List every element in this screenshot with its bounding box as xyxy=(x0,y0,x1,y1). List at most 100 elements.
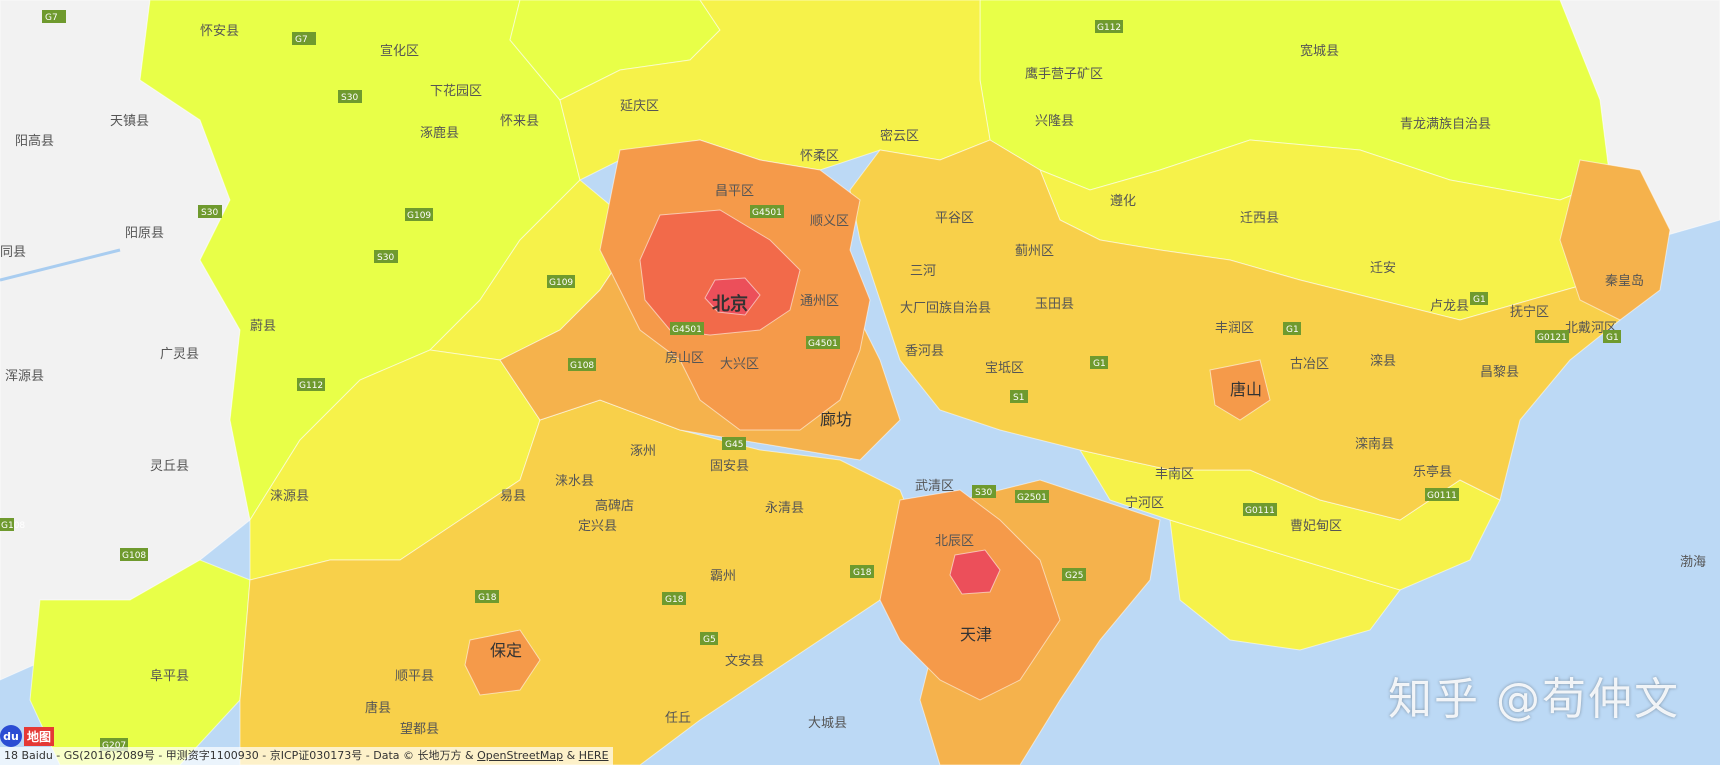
place-label: 迁安 xyxy=(1370,261,1396,276)
place-label: 房山区 xyxy=(665,350,704,366)
road-shield: G0121 xyxy=(1535,330,1569,343)
svg-text:G45: G45 xyxy=(725,440,743,450)
road-shield: S30 xyxy=(374,250,398,263)
svg-text:G18: G18 xyxy=(478,593,497,603)
place-label: 涞水县 xyxy=(555,474,594,489)
map-canvas[interactable]: 怀安县 宣化区 下花园区 怀来县 延庆区 涿鹿县 阳高县 天镇县 阳原县 蔚县 … xyxy=(0,0,1720,765)
road-shield: S1 xyxy=(1010,390,1028,403)
place-label: 阳高县 xyxy=(15,133,54,149)
svg-text:G0121: G0121 xyxy=(1537,333,1567,343)
place-label: 顺义区 xyxy=(810,214,849,229)
place-label: 阳原县 xyxy=(125,226,164,241)
place-label: 涞源县 xyxy=(270,489,309,504)
place-label: 蓟州区 xyxy=(1015,244,1054,259)
place-label: 怀安县 xyxy=(200,24,239,39)
logo-text: 地图 xyxy=(24,726,55,746)
road-shield: G4501 xyxy=(750,205,784,218)
place-label: 三河 xyxy=(910,264,936,279)
place-label: 天镇县 xyxy=(110,114,149,129)
road-shield: G112 xyxy=(1095,20,1123,33)
place-label: 广灵县 xyxy=(160,347,199,362)
road-shield: G5 xyxy=(700,632,718,645)
road-shield: G109 xyxy=(547,275,575,288)
place-label: 固安县 xyxy=(710,459,749,474)
road-shield: S30 xyxy=(972,485,996,498)
paw-icon: du xyxy=(0,725,22,747)
svg-text:G4501: G4501 xyxy=(672,325,702,335)
place-label: 青龙满族自治县 xyxy=(1400,116,1491,132)
road-shield: G1 xyxy=(1603,330,1621,343)
place-label: 廊坊 xyxy=(820,410,852,429)
svg-text:G1: G1 xyxy=(1473,295,1486,305)
svg-text:S1: S1 xyxy=(1013,393,1024,403)
road-shield: G112 xyxy=(297,378,325,391)
road-shield: G18 xyxy=(475,590,499,603)
svg-text:G108: G108 xyxy=(122,551,146,561)
place-label: 大兴区 xyxy=(720,357,759,372)
place-label: 玉田县 xyxy=(1035,297,1074,312)
watermark: 知乎 @苟仲文 xyxy=(1388,674,1680,725)
place-label: 大城县 xyxy=(808,716,847,731)
place-label: 永清县 xyxy=(765,501,804,516)
place-label: 乐亭县 xyxy=(1413,464,1452,480)
road-shield: G1 xyxy=(1470,292,1488,305)
here-link[interactable]: HERE xyxy=(579,749,609,762)
svg-text:G18: G18 xyxy=(853,568,872,578)
place-label: 浑源县 xyxy=(5,369,44,384)
place-label: 遵化 xyxy=(1110,193,1136,209)
svg-text:G4501: G4501 xyxy=(808,339,838,349)
road-shield: G18 xyxy=(662,592,686,605)
svg-text:G1: G1 xyxy=(1606,333,1619,343)
road-shield: G0111 xyxy=(1425,488,1459,501)
place-label: 天津 xyxy=(960,625,992,644)
svg-text:G25: G25 xyxy=(1065,571,1083,581)
place-label: 平谷区 xyxy=(935,211,974,226)
place-label: 滦南县 xyxy=(1355,436,1394,452)
place-label: 通州区 xyxy=(800,294,839,309)
place-label: 霸州 xyxy=(710,569,736,584)
svg-text:G108: G108 xyxy=(570,361,594,371)
place-label: 顺平县 xyxy=(395,669,434,684)
place-label: 宝坻区 xyxy=(985,360,1024,376)
place-label: 滦县 xyxy=(1370,353,1396,369)
place-label: 鹰手营子矿区 xyxy=(1025,66,1103,82)
svg-text:G112: G112 xyxy=(1097,23,1121,33)
place-label: 丰南区 xyxy=(1155,466,1194,482)
map-view[interactable]: 怀安县 宣化区 下花园区 怀来县 延庆区 涿鹿县 阳高县 天镇县 阳原县 蔚县 … xyxy=(0,0,1720,765)
place-label: 北辰区 xyxy=(935,534,974,549)
road-shield: G108 xyxy=(120,548,148,561)
svg-text:G109: G109 xyxy=(549,278,573,288)
baidu-logo[interactable]: du 地图 xyxy=(0,725,55,747)
road-shield: G0111 xyxy=(1243,503,1277,516)
place-label: 涿鹿县 xyxy=(420,125,459,141)
road-shield: G108 xyxy=(568,358,596,371)
road-shield: G1 xyxy=(1090,356,1108,369)
place-label: 下花园区 xyxy=(430,83,482,99)
attribution-amp: & xyxy=(566,749,576,762)
place-label: 昌平区 xyxy=(715,184,754,199)
svg-text:G2501: G2501 xyxy=(1017,493,1047,503)
place-label: 兴隆县 xyxy=(1035,114,1074,129)
place-label: 唐山 xyxy=(1230,380,1262,399)
svg-text:G18: G18 xyxy=(665,595,684,605)
place-label: 高碑店 xyxy=(595,498,634,514)
road-shield: G109 xyxy=(405,208,433,221)
svg-text:S30: S30 xyxy=(975,488,992,498)
place-label: 阜平县 xyxy=(150,668,189,684)
place-label: 保定 xyxy=(490,641,522,660)
svg-text:G1: G1 xyxy=(1093,359,1106,369)
openstreetmap-link[interactable]: OpenStreetMap xyxy=(477,749,563,762)
road-shield: S30 xyxy=(198,205,222,218)
svg-text:S30: S30 xyxy=(377,253,394,263)
place-label: 同县 xyxy=(0,245,26,260)
place-label: 灵丘县 xyxy=(150,459,189,474)
road-shield: G4501 xyxy=(670,322,704,335)
svg-text:S30: S30 xyxy=(201,208,218,218)
place-label: 曹妃甸区 xyxy=(1290,519,1342,534)
place-label: 涿州 xyxy=(630,444,656,459)
place-label-sea: 渤海 xyxy=(1680,554,1706,570)
place-label: 密云区 xyxy=(880,128,919,144)
place-label: 怀柔区 xyxy=(800,149,839,164)
svg-text:G5: G5 xyxy=(703,635,716,645)
place-label: 延庆区 xyxy=(620,99,659,114)
